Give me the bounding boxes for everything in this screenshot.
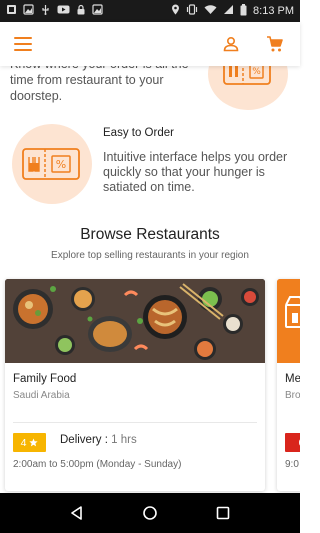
feature-easy-order: % Easy to Order Intuitive interface help… [0, 124, 300, 206]
star-icon [29, 438, 39, 447]
account-icon[interactable] [220, 33, 242, 55]
recents-icon[interactable] [208, 498, 238, 528]
image-icon [92, 4, 103, 18]
main-content: Know where your order is all the time fr… [0, 66, 300, 493]
app-bar [0, 22, 300, 66]
feature-tracking: Know where your order is all the time fr… [0, 66, 300, 110]
cart-icon[interactable] [264, 33, 286, 55]
svg-text:%: % [252, 67, 261, 77]
rating-value: 4 [20, 436, 27, 449]
coupon-icon: % [208, 66, 288, 110]
restaurant-image [5, 279, 265, 363]
youtube-icon [57, 4, 70, 18]
app-actions [220, 33, 286, 55]
restaurant-card[interactable]: Me Bro 0 9:0 [277, 279, 300, 491]
rating-badge: 4 [13, 433, 46, 452]
battery-icon [240, 3, 247, 19]
restaurant-image [277, 279, 300, 363]
svg-text:%: % [56, 158, 66, 171]
home-icon[interactable] [135, 498, 165, 528]
back-icon[interactable] [62, 498, 92, 528]
coupon-icon: % [12, 124, 92, 204]
usb-icon [40, 4, 51, 18]
rating-value: 0 [299, 437, 300, 449]
status-left [6, 4, 103, 18]
restaurant-card[interactable]: Family Food Saudi Arabia 4 Delivery : 1 … [5, 279, 265, 491]
restaurant-location: Bro [285, 390, 300, 401]
section-title: Browse Restaurants [80, 226, 220, 243]
delivery-label: Delivery : [60, 434, 108, 446]
system-nav-bar [0, 493, 300, 533]
restaurant-name: Family Food [13, 373, 77, 385]
lock-icon [76, 4, 86, 18]
opening-hours: 9:0 [285, 459, 299, 470]
image-icon [23, 4, 34, 18]
rating-badge: 0 [285, 433, 300, 452]
wifi-icon [204, 4, 217, 18]
feature-description: Know where your order is all the time fr… [10, 66, 189, 103]
menu-icon[interactable] [14, 37, 32, 51]
status-time: 8:13 PM [253, 5, 294, 17]
feature-title: Easy to Order [103, 127, 174, 139]
location-icon [171, 4, 180, 18]
opening-hours: 2:00am to 5:00pm (Monday - Sunday) [13, 459, 182, 470]
divider [13, 422, 257, 423]
notification-icon [6, 4, 17, 18]
signal-icon [223, 4, 234, 18]
restaurant-location: Saudi Arabia [13, 390, 70, 401]
delivery-time: Delivery : 1 hrs [60, 434, 137, 446]
feature-description: Intuitive interface helps you order quic… [103, 150, 288, 194]
delivery-value: 1 hrs [111, 434, 137, 446]
status-right: 8:13 PM [171, 3, 294, 19]
vibrate-icon [186, 4, 198, 18]
status-bar: 8:13 PM [0, 0, 300, 22]
restaurant-name: Me [285, 373, 300, 385]
section-subtitle: Explore top selling restaurants in your … [51, 250, 249, 261]
